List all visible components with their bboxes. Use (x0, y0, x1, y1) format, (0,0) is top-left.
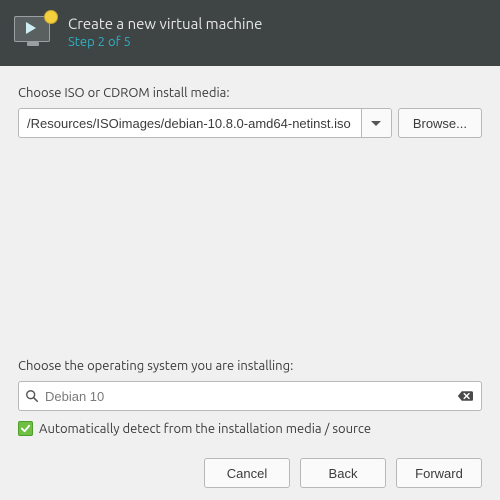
autodetect-label: Automatically detect from the installati… (39, 422, 371, 436)
browse-button[interactable]: Browse... (398, 108, 482, 138)
os-search-field[interactable] (18, 381, 482, 411)
search-icon (25, 389, 39, 403)
wizard-footer: Cancel Back Forward (18, 458, 482, 488)
autodetect-checkbox[interactable] (18, 421, 33, 436)
os-label: Choose the operating system you are inst… (18, 359, 482, 373)
vm-icon (14, 16, 54, 50)
clear-icon[interactable] (457, 389, 475, 403)
wizard-header: Create a new virtual machine Step 2 of 5 (0, 0, 500, 66)
cancel-button[interactable]: Cancel (204, 458, 290, 488)
media-label: Choose ISO or CDROM install media: (18, 86, 482, 100)
iso-dropdown-button[interactable] (361, 109, 391, 137)
wizard-step: Step 2 of 5 (68, 33, 262, 51)
forward-button[interactable]: Forward (396, 458, 482, 488)
os-search-input[interactable] (39, 389, 457, 404)
chevron-down-icon (371, 121, 381, 126)
wizard-title: Create a new virtual machine (68, 15, 262, 33)
iso-path-input[interactable] (19, 109, 361, 137)
check-icon (20, 423, 31, 434)
back-button[interactable]: Back (300, 458, 386, 488)
iso-path-combo[interactable] (18, 108, 392, 138)
